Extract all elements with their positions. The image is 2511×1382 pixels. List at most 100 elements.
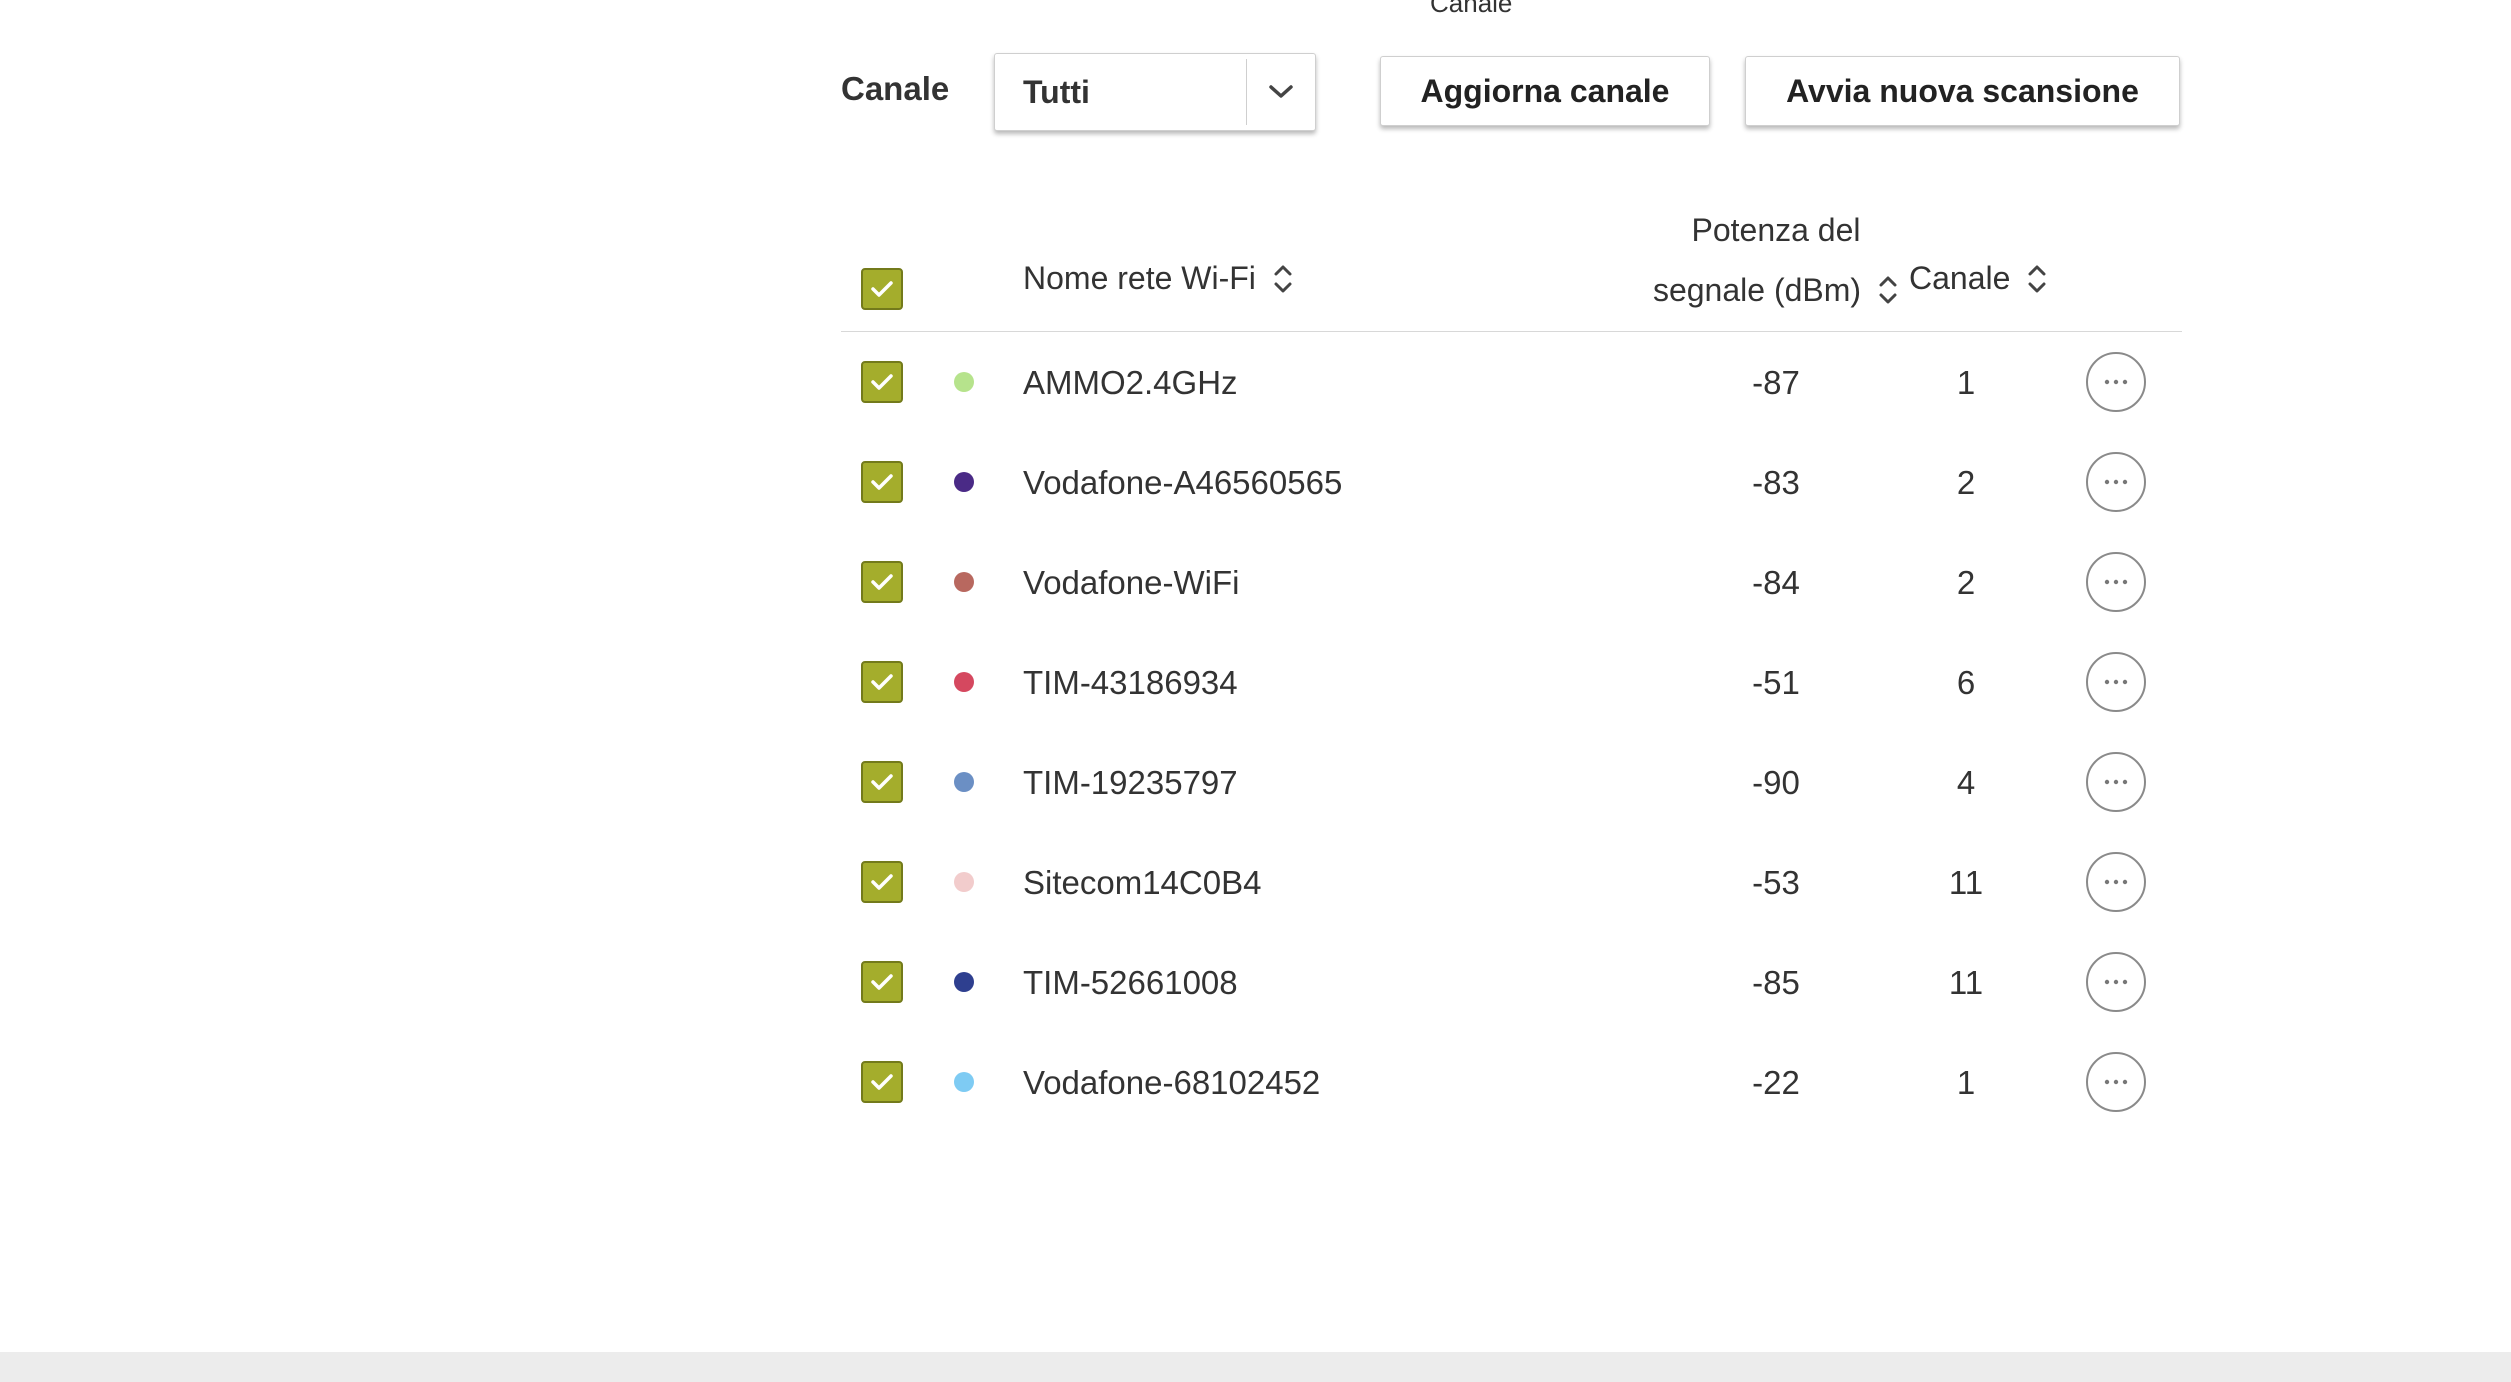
table-row: Vodafone-WiFi -84 2	[841, 532, 2182, 632]
check-icon	[871, 774, 893, 790]
check-icon	[871, 974, 893, 990]
channel-value: 2	[1956, 564, 1976, 601]
column-header-signal[interactable]: Potenza del segnale (dBm)	[1606, 200, 1946, 320]
channel-select[interactable]: Tutti	[994, 53, 1316, 131]
more-horizontal-icon	[2104, 679, 2128, 685]
network-name: Vodafone-WiFi	[1023, 564, 1240, 601]
column-header-name-label: Nome rete Wi-Fi	[1023, 260, 1256, 296]
row-checkbox-cell	[861, 461, 903, 503]
table-row: Vodafone-A46560565 -83 2	[841, 432, 2182, 532]
signal-strength: -84	[1752, 564, 1800, 601]
table-row: Vodafone-68102452 -22 1	[841, 1032, 2182, 1132]
row-more-options-button[interactable]	[2086, 352, 2146, 412]
table-row: Sitecom14C0B4 -53 11	[841, 832, 2182, 932]
signal-strength: -53	[1752, 864, 1800, 901]
check-icon	[871, 374, 893, 390]
row-more-options-button[interactable]	[2086, 652, 2146, 712]
network-color-dot	[954, 372, 974, 392]
row-checkbox[interactable]	[861, 961, 903, 1003]
wifi-networks-table: Nome rete Wi-Fi Potenza del segnale (dBm…	[841, 190, 2182, 1132]
row-more-options-button[interactable]	[2086, 952, 2146, 1012]
footer-bar	[0, 1352, 2511, 1382]
top-caption: Canale	[1430, 0, 1513, 18]
more-horizontal-icon	[2104, 579, 2128, 585]
network-color-dot	[954, 1072, 974, 1092]
start-new-scan-button[interactable]: Avvia nuova scansione	[1745, 56, 2180, 126]
column-header-name[interactable]: Nome rete Wi-Fi	[1023, 260, 1294, 297]
network-color-dot	[954, 572, 974, 592]
row-checkbox[interactable]	[861, 1061, 903, 1103]
network-color-dot	[954, 972, 974, 992]
row-more-options-button[interactable]	[2086, 752, 2146, 812]
channel-value: 2	[1956, 464, 1976, 501]
table-row: TIM-19235797 -90 4	[841, 732, 2182, 832]
more-horizontal-icon	[2104, 779, 2128, 785]
channel-filter-label: Canale	[841, 70, 950, 107]
channel-value: 1	[1956, 364, 1976, 401]
more-horizontal-icon	[2104, 979, 2128, 985]
sort-icon[interactable]	[2026, 261, 2048, 297]
network-color-dot	[954, 772, 974, 792]
network-color-dot	[954, 872, 974, 892]
more-horizontal-icon	[2104, 479, 2128, 485]
network-name: Vodafone-A46560565	[1023, 464, 1343, 501]
row-checkbox-cell	[861, 561, 903, 603]
check-icon	[871, 1074, 893, 1090]
check-icon	[871, 474, 893, 490]
channel-value: 6	[1956, 664, 1976, 701]
column-header-channel[interactable]: Canale	[1909, 260, 2048, 297]
network-name: TIM-19235797	[1023, 764, 1238, 801]
sort-icon[interactable]	[1272, 261, 1294, 297]
column-header-channel-label: Canale	[1909, 260, 2011, 296]
check-icon	[871, 674, 893, 690]
signal-strength: -85	[1752, 964, 1800, 1001]
row-checkbox[interactable]	[861, 461, 903, 503]
network-name: TIM-43186934	[1023, 664, 1238, 701]
channel-select-value: Tutti	[1023, 73, 1090, 110]
signal-strength: -83	[1752, 464, 1800, 501]
sort-icon[interactable]	[1877, 272, 1899, 308]
more-horizontal-icon	[2104, 379, 2128, 385]
row-checkbox[interactable]	[861, 761, 903, 803]
table-row: TIM-52661008 -85 11	[841, 932, 2182, 1032]
row-checkbox-cell	[861, 961, 903, 1003]
channel-value: 1	[1956, 1064, 1976, 1101]
table-row: TIM-43186934 -51 6	[841, 632, 2182, 732]
table-body: AMMO2.4GHz -87 1 Vodafone-A46560565 -83 2 Voda…	[841, 332, 2182, 1132]
signal-strength: -22	[1752, 1064, 1800, 1101]
row-checkbox[interactable]	[861, 861, 903, 903]
network-color-dot	[954, 472, 974, 492]
signal-strength: -51	[1752, 664, 1800, 701]
check-icon	[871, 874, 893, 890]
row-more-options-button[interactable]	[2086, 852, 2146, 912]
row-more-options-button[interactable]	[2086, 552, 2146, 612]
network-color-dot	[954, 672, 974, 692]
row-more-options-button[interactable]	[2086, 452, 2146, 512]
column-header-signal-line2: segnale (dBm)	[1652, 272, 1862, 308]
row-checkbox-cell	[861, 1061, 903, 1103]
row-checkbox-cell	[861, 661, 903, 703]
signal-strength: -90	[1752, 764, 1800, 801]
row-checkbox[interactable]	[861, 361, 903, 403]
column-header-signal-line1: Potenza del	[1691, 212, 1861, 248]
select-all-checkbox-cell	[861, 268, 903, 310]
check-icon	[871, 574, 893, 590]
network-name: AMMO2.4GHz	[1023, 364, 1238, 401]
chevron-down-icon[interactable]	[1247, 53, 1315, 131]
channel-value: 4	[1956, 764, 1976, 801]
more-horizontal-icon	[2104, 1079, 2128, 1085]
row-checkbox[interactable]	[861, 661, 903, 703]
row-more-options-button[interactable]	[2086, 1052, 2146, 1112]
check-icon	[871, 281, 893, 297]
row-checkbox-cell	[861, 861, 903, 903]
update-channel-button[interactable]: Aggiorna canale	[1380, 56, 1710, 126]
select-all-checkbox[interactable]	[861, 268, 903, 310]
more-horizontal-icon	[2104, 879, 2128, 885]
row-checkbox-cell	[861, 361, 903, 403]
channel-value: 11	[1948, 964, 1984, 1001]
network-name: Sitecom14C0B4	[1023, 864, 1262, 901]
table-header: Nome rete Wi-Fi Potenza del segnale (dBm…	[841, 190, 2182, 332]
row-checkbox[interactable]	[861, 561, 903, 603]
table-row: AMMO2.4GHz -87 1	[841, 332, 2182, 432]
signal-strength: -87	[1752, 364, 1800, 401]
